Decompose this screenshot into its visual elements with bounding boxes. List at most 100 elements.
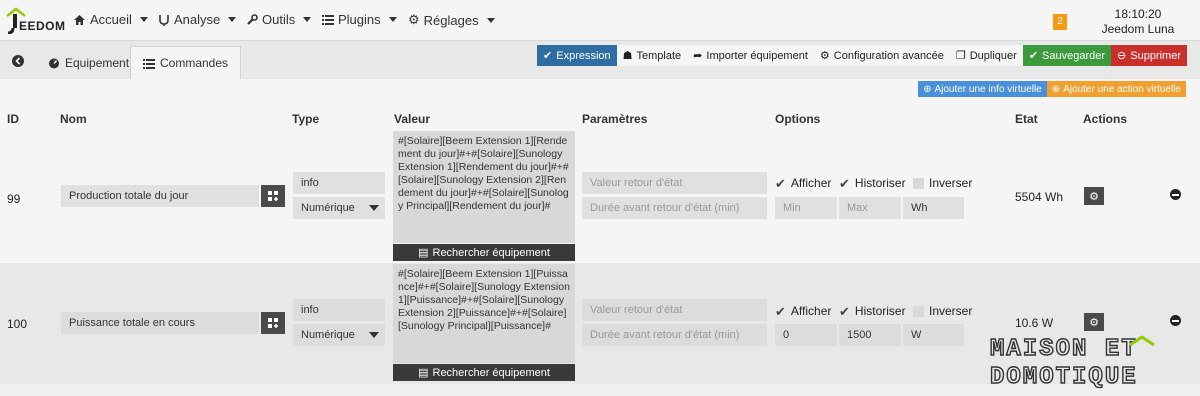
- unit-input[interactable]: W: [903, 324, 964, 346]
- jeedom-logo[interactable]: EEDOM: [5, 6, 65, 36]
- icon-picker-button[interactable]: [261, 312, 285, 334]
- search-equipment-label: Rechercher équipement: [432, 366, 550, 379]
- historiser-checkbox[interactable]: ✔ Historiser: [839, 304, 906, 318]
- cmd-id: 99: [7, 192, 21, 206]
- historiser-label: Historiser: [854, 176, 906, 190]
- plus-circle-icon: ⊕: [1051, 83, 1061, 95]
- expression-button[interactable]: ✔ Expression: [537, 45, 617, 66]
- tab-equipement[interactable]: Equipement: [36, 46, 141, 79]
- cmd-name-input[interactable]: Production totale du jour: [61, 185, 259, 207]
- logo-text: EEDOM: [19, 19, 66, 33]
- nav-accueil[interactable]: Accueil: [73, 12, 148, 27]
- return-state-value-input[interactable]: Valeur retour d'état: [582, 172, 767, 194]
- template-button-label: Template: [636, 49, 682, 62]
- nav-outils-label: Outils: [262, 12, 296, 27]
- nav-outils[interactable]: Outils: [246, 12, 312, 27]
- header-type: Type: [292, 112, 320, 126]
- system-name[interactable]: Jeedom Luna: [1098, 22, 1178, 37]
- header-options: Options: [775, 112, 821, 126]
- min-input[interactable]: 0: [775, 324, 837, 346]
- inverser-label: Inverser: [929, 176, 973, 190]
- check-icon: ✔: [775, 303, 786, 319]
- save-button[interactable]: ✔ Sauvegarder: [1022, 45, 1112, 66]
- remove-command-icon[interactable]: [1170, 189, 1181, 200]
- cmd-type-field: info: [293, 172, 385, 194]
- clock: 18:10:20 Jeedom Luna: [1098, 7, 1178, 37]
- historiser-checkbox[interactable]: ✔ Historiser: [839, 176, 906, 190]
- icon-picker-button[interactable]: [261, 185, 285, 207]
- return-state-duration-input[interactable]: Durée avant retour d'état (min): [582, 197, 767, 219]
- add-info-button-label: Ajouter une info virtuelle: [934, 83, 1042, 95]
- copy-icon: ❐: [955, 50, 966, 62]
- min-input[interactable]: Min: [775, 197, 837, 219]
- max-input[interactable]: Max: [839, 197, 901, 219]
- advanced-config-button[interactable]: ⚙ Configuration avancée: [813, 45, 950, 66]
- search-equipment-button[interactable]: ▤ Rechercher équipement: [393, 244, 575, 261]
- duplicate-button[interactable]: ❐ Dupliquer: [949, 45, 1023, 66]
- return-state-duration-input[interactable]: Durée avant retour d'état (min): [582, 324, 767, 346]
- check-icon: ✔: [543, 50, 553, 62]
- nav-analyse[interactable]: Analyse: [158, 12, 237, 27]
- cmd-value-textarea[interactable]: #[Solaire][Beem Extension 1][Rendement d…: [393, 131, 575, 243]
- delete-button[interactable]: ⊖ Supprimer: [1111, 45, 1187, 66]
- inverser-checkbox[interactable]: Inverser: [913, 176, 972, 190]
- cmd-value-textarea[interactable]: #[Solaire][Beem Extension 1][Puissance]#…: [393, 264, 575, 363]
- nav-accueil-label: Accueil: [90, 12, 132, 27]
- home-icon: [74, 14, 85, 25]
- add-action-button[interactable]: ⊕ Ajouter une action virtuelle: [1046, 81, 1186, 97]
- unchecked-box: [913, 177, 924, 189]
- header-etat: Etat: [1015, 112, 1038, 126]
- inverser-checkbox[interactable]: Inverser: [913, 304, 972, 318]
- virtual-buttons: ⊕ Ajouter une info virtuelle ⊕ Ajouter une…: [918, 81, 1186, 97]
- cogs-icon: ⚙: [819, 50, 830, 62]
- check-icon: ✔: [839, 175, 850, 191]
- arrow-left-circle-icon: [12, 55, 24, 67]
- cogs-icon: ⚙: [1089, 190, 1099, 203]
- check-icon: ✔: [775, 175, 786, 191]
- cmd-subtype-select[interactable]: Numérique: [293, 324, 385, 346]
- import-equipment-button-label: Importer équipement: [706, 49, 808, 62]
- chevron-down-icon: [228, 17, 237, 22]
- add-action-button-label: Ajouter une action virtuelle: [1063, 83, 1181, 95]
- notification-badge[interactable]: 2: [1053, 14, 1067, 30]
- cmd-subtype-value: Numérique: [301, 202, 355, 214]
- watermark-line2: DOMOTIQUE: [990, 364, 1138, 391]
- check-icon: ✔: [839, 303, 850, 319]
- remove-command-icon[interactable]: [1170, 315, 1181, 326]
- add-info-button[interactable]: ⊕ Ajouter une info virtuelle: [918, 81, 1047, 97]
- list-alt-icon: ▤: [418, 247, 429, 259]
- cmd-id: 100: [7, 317, 28, 331]
- cmd-name-input[interactable]: Puissance totale en cours: [61, 312, 259, 334]
- header-parametres: Paramètres: [582, 112, 648, 126]
- nav-reglages[interactable]: ⚙ Réglages: [408, 12, 495, 28]
- cmd-config-button[interactable]: ⚙: [1084, 313, 1104, 331]
- unit-input[interactable]: Wh: [903, 197, 964, 219]
- import-equipment-button[interactable]: ➦ Importer équipement: [687, 45, 814, 66]
- afficher-checkbox[interactable]: ✔ Afficher: [775, 304, 831, 318]
- tab-commandes[interactable]: Commandes: [130, 46, 242, 79]
- nav-plugins-label: Plugins: [338, 12, 381, 27]
- watermark-line1: MAISON ET: [990, 336, 1138, 363]
- cmd-subtype-select[interactable]: Numérique: [293, 197, 385, 219]
- clock-time: 18:10:20: [1114, 7, 1162, 21]
- header-nom: Nom: [60, 112, 87, 126]
- afficher-checkbox[interactable]: ✔ Afficher: [775, 176, 831, 190]
- back-button[interactable]: [8, 51, 28, 71]
- flag-icon: [268, 318, 278, 328]
- nav-reglages-label: Réglages: [423, 12, 479, 28]
- nav-plugins[interactable]: Plugins: [322, 12, 397, 27]
- advanced-config-button-label: Configuration avancée: [833, 49, 944, 62]
- maison-et-domotique-watermark: MAISON ET DOMOTIQUE: [990, 335, 1155, 391]
- cogs-icon: ⚙: [1089, 316, 1099, 329]
- template-button[interactable]: ☗ Template: [616, 45, 688, 66]
- list-icon: [143, 58, 155, 69]
- return-state-value-input[interactable]: Valeur retour d'état: [582, 299, 767, 321]
- list-alt-icon: ▤: [418, 367, 429, 379]
- duplicate-button-label: Dupliquer: [969, 49, 1017, 62]
- max-input[interactable]: 1500: [839, 324, 901, 346]
- cmd-config-button[interactable]: ⚙: [1084, 187, 1104, 205]
- cmd-subtype-value: Numérique: [301, 329, 355, 341]
- search-equipment-button[interactable]: ▤ Rechercher équipement: [393, 364, 575, 381]
- table-row: 99 Production totale du jour info Numéri…: [0, 130, 1200, 263]
- header-id: ID: [7, 112, 19, 126]
